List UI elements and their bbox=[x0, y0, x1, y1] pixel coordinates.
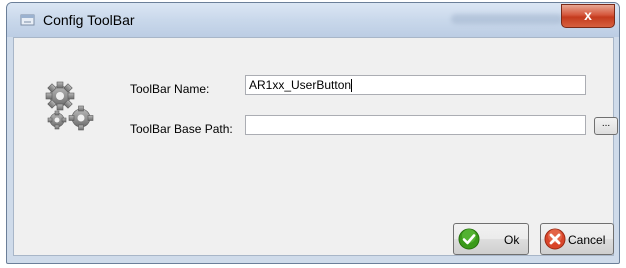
gears-icon bbox=[45, 81, 94, 131]
cancel-button[interactable]: Cancel bbox=[540, 223, 614, 255]
cancel-button-label: Cancel bbox=[568, 233, 606, 247]
red-x-icon bbox=[544, 228, 566, 250]
toolbar-base-path-label: ToolBar Base Path: bbox=[130, 122, 233, 136]
ok-button[interactable]: Ok bbox=[453, 223, 529, 255]
window-title: Config ToolBar bbox=[43, 12, 135, 28]
toolbar-name-label: ToolBar Name: bbox=[130, 82, 210, 96]
text-caret bbox=[351, 79, 353, 93]
config-toolbar-dialog: Config ToolBar x ToolBar Name: AR1xx_Use… bbox=[6, 2, 620, 264]
green-checkmark-icon bbox=[458, 228, 480, 250]
toolbar-name-input[interactable]: AR1xx_UserButton bbox=[245, 75, 586, 95]
title-bar[interactable]: Config ToolBar x bbox=[7, 3, 619, 37]
browse-button[interactable]: ... bbox=[594, 117, 618, 135]
toolbar-base-path-input[interactable] bbox=[245, 115, 586, 135]
close-button[interactable]: x bbox=[561, 4, 615, 28]
window-app-icon bbox=[20, 14, 35, 26]
background-window-title bbox=[451, 14, 563, 24]
toolbar-name-value: AR1xx_UserButton bbox=[249, 78, 352, 92]
ok-button-label: Ok bbox=[504, 233, 520, 247]
